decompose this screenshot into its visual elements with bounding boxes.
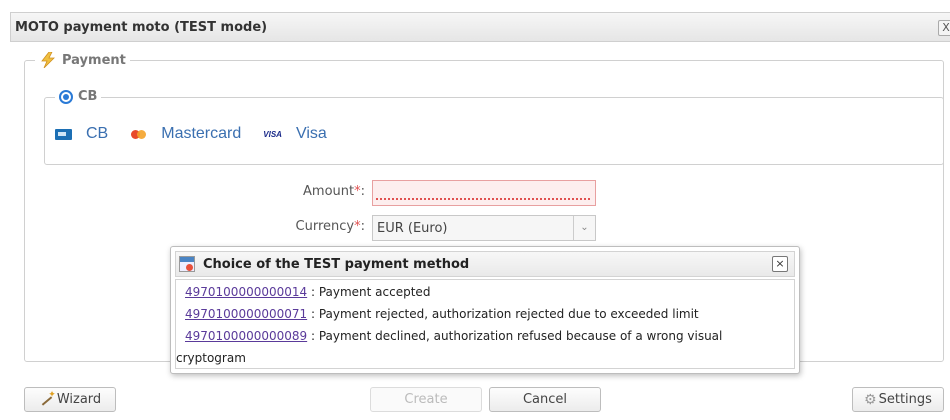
test-payment-popup: Choice of the TEST payment method × 4970… xyxy=(170,246,800,374)
popup-title: Choice of the TEST payment method xyxy=(203,256,470,272)
cancel-button-label: Cancel xyxy=(522,392,568,407)
visa-icon: VISA xyxy=(263,129,282,139)
currency-select[interactable]: EUR (Euro) ⌄ xyxy=(372,215,596,241)
payment-method-icon xyxy=(179,256,195,272)
test-card-option: 4970100000000089 : Payment declined, aut… xyxy=(185,325,787,347)
gear-icon: ⚙ xyxy=(864,391,877,408)
wizard-button-label: Wizard xyxy=(56,392,102,407)
popup-header: Choice of the TEST payment method × xyxy=(175,251,795,277)
popup-body: 4970100000000014 : Payment accepted 4970… xyxy=(175,279,795,369)
window-close-icon[interactable]: X xyxy=(938,20,950,36)
currency-value: EUR (Euro) xyxy=(377,220,448,236)
window-title: MOTO payment moto (TEST mode) xyxy=(15,19,268,35)
test-card-description-2: : Payment rejected, authorization reject… xyxy=(307,307,699,321)
currency-label: Currency*: xyxy=(245,219,365,234)
cb-radio[interactable] xyxy=(59,89,73,104)
cb-legend[interactable]: CB xyxy=(55,89,102,104)
amount-input[interactable] xyxy=(372,180,596,206)
test-card-link-3[interactable]: 4970100000000089 xyxy=(185,329,307,343)
test-card-option: 4970100000000014 : Payment accepted xyxy=(185,281,787,303)
test-card-description-3: : Payment declined, authorization refuse… xyxy=(307,329,723,343)
test-card-description-overflow: cryptogram xyxy=(176,351,246,365)
payment-legend: Payment xyxy=(35,52,130,68)
create-button[interactable]: Create xyxy=(370,387,482,412)
wizard-button[interactable]: Wizard xyxy=(24,387,116,412)
create-button-label: Create xyxy=(404,392,448,407)
cb-card-icon xyxy=(55,128,72,140)
popup-close-icon[interactable]: × xyxy=(772,256,788,272)
test-card-option: 4970100000000071 : Payment rejected, aut… xyxy=(185,303,787,325)
test-card-link-1[interactable]: 4970100000000014 xyxy=(185,285,307,299)
mastercard-icon xyxy=(130,129,147,140)
card-label-mastercard: Mastercard xyxy=(161,125,242,142)
payment-legend-label: Payment xyxy=(62,52,126,68)
test-card-description-1: : Payment accepted xyxy=(307,285,431,299)
card-label-cb: CB xyxy=(86,125,109,142)
magic-wand-icon xyxy=(39,390,56,407)
card-label-visa: Visa xyxy=(295,125,327,142)
cb-radio-label: CB xyxy=(78,89,98,104)
settings-button-label: Settings xyxy=(878,392,932,407)
settings-button[interactable]: ⚙ Settings xyxy=(852,387,944,412)
card-brands-row: CB Mastercard VISA Visa xyxy=(55,125,349,143)
currency-colon: : xyxy=(360,219,365,234)
cancel-button[interactable]: Cancel xyxy=(489,387,601,412)
test-card-link-2[interactable]: 4970100000000071 xyxy=(185,307,307,321)
currency-label-text: Currency xyxy=(295,219,355,234)
amount-label: Amount*: xyxy=(245,184,365,199)
amount-label-text: Amount xyxy=(303,184,355,199)
amount-colon: : xyxy=(360,184,365,199)
window-titlebar: MOTO payment moto (TEST mode) X xyxy=(10,12,950,42)
lightning-icon xyxy=(41,52,55,68)
chevron-down-icon[interactable]: ⌄ xyxy=(573,216,595,240)
